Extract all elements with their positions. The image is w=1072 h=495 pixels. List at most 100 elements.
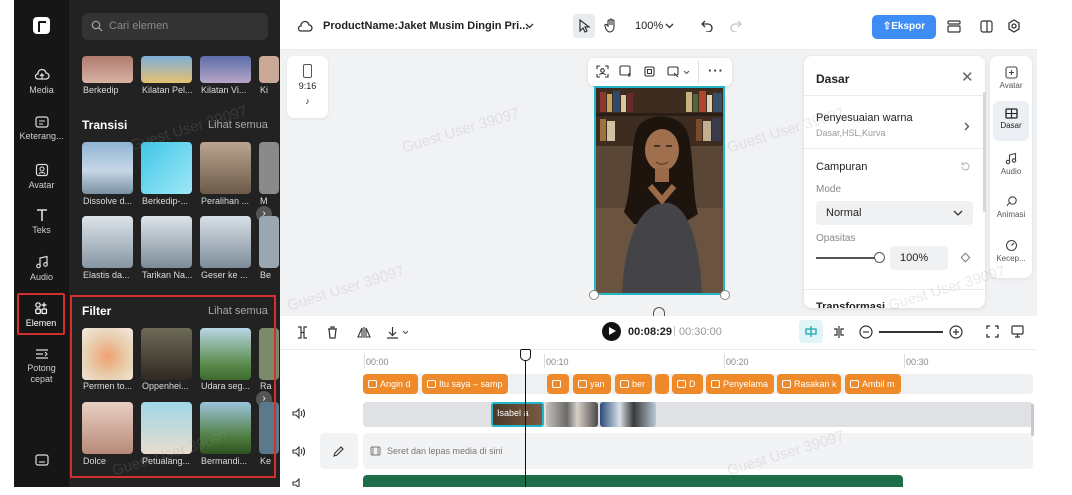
caption-clip[interactable]: Itu saya – samp xyxy=(422,374,508,394)
transition-thumb[interactable] xyxy=(141,216,192,268)
snap-toggle[interactable] xyxy=(799,320,823,343)
transition-thumb[interactable] xyxy=(200,216,251,268)
speaker-icon[interactable] xyxy=(292,408,305,419)
properties-scrollbar[interactable] xyxy=(983,92,986,212)
color-adjust-row[interactable]: Penyesuaian warna Dasar,HSL,Kurva xyxy=(804,96,985,147)
export-button[interactable]: ⇧Ekspor xyxy=(872,15,936,39)
playhead-handle[interactable] xyxy=(520,349,531,361)
timeline-ruler[interactable]: 00:00 00:10 00:20 00:30 xyxy=(280,349,1037,371)
caption-clip[interactable]: yan xyxy=(573,374,611,394)
play-button[interactable] xyxy=(602,322,621,341)
project-name[interactable]: ProductName:Jaket Musim Dingin Pri... xyxy=(323,20,528,32)
avatar-video-clip[interactable]: Isabel a xyxy=(491,402,544,427)
side-tab-basic[interactable]: Dasar xyxy=(993,101,1029,141)
sidebar-toggle-icon[interactable] xyxy=(980,20,993,33)
caption-clip[interactable]: ber xyxy=(615,374,652,394)
gear-icon[interactable] xyxy=(1007,19,1021,33)
zoom-level[interactable]: 100% xyxy=(635,20,663,32)
cloud-icon[interactable] xyxy=(297,19,313,33)
rail-item-keyboard[interactable] xyxy=(14,454,69,469)
media-drop-zone[interactable]: Seret dan lepas media di sini xyxy=(363,433,1033,469)
effect-thumb[interactable] xyxy=(259,56,279,83)
opacity-slider-thumb[interactable] xyxy=(874,252,885,263)
search-input[interactable]: Cari elemen xyxy=(82,13,268,40)
timeline-zoom-slider[interactable] xyxy=(879,331,943,333)
side-tab-audio[interactable]: Audio xyxy=(993,152,1029,188)
caption-clip[interactable]: Ambil m xyxy=(845,374,901,394)
video-preview[interactable] xyxy=(594,86,725,295)
video-clip[interactable] xyxy=(600,402,656,427)
audio-track-clip[interactable] xyxy=(363,475,903,487)
split-track-icon[interactable] xyxy=(832,325,846,339)
rail-item-captions[interactable]: Keterang... xyxy=(14,116,69,142)
transitions-see-all-link[interactable]: Lihat semua xyxy=(208,119,268,131)
caption-clip[interactable] xyxy=(547,374,569,394)
flip-icon[interactable] xyxy=(357,326,371,339)
display-settings-icon[interactable] xyxy=(1011,325,1024,338)
fit-screen-icon[interactable] xyxy=(986,325,999,338)
more-options-icon[interactable]: ··· xyxy=(708,63,724,78)
transition-thumb[interactable] xyxy=(259,142,279,194)
chevron-down-icon[interactable] xyxy=(683,70,690,75)
opacity-input[interactable]: 100% xyxy=(890,246,948,270)
side-tab-speed[interactable]: Kecep... xyxy=(993,239,1029,275)
zoom-out-icon[interactable] xyxy=(859,325,873,339)
opacity-slider-track[interactable] xyxy=(816,257,878,259)
delete-icon[interactable] xyxy=(327,326,338,339)
transition-thumb[interactable] xyxy=(200,142,251,194)
caption-clip[interactable] xyxy=(655,374,669,394)
rail-item-avatar[interactable]: Avatar xyxy=(14,163,69,191)
app-logo-icon[interactable] xyxy=(33,17,50,34)
chevron-down-icon[interactable] xyxy=(665,23,674,29)
transition-thumb[interactable] xyxy=(141,142,192,194)
rotate-handle-icon[interactable] xyxy=(653,307,665,316)
reset-icon[interactable] xyxy=(960,161,971,172)
rail-item-elements[interactable]: Elemen xyxy=(17,293,65,335)
speaker-icon[interactable] xyxy=(292,446,305,457)
playhead[interactable] xyxy=(525,349,527,487)
hand-icon[interactable] xyxy=(604,18,618,33)
edit-track-button[interactable] xyxy=(320,433,358,469)
replace-media-icon[interactable] xyxy=(667,65,680,78)
rail-item-media[interactable]: Media xyxy=(14,68,69,96)
avatar-track[interactable] xyxy=(363,402,1033,427)
zoom-in-icon[interactable] xyxy=(949,325,963,339)
close-icon[interactable]: ✕ xyxy=(961,68,974,86)
add-media-icon[interactable] xyxy=(619,65,632,78)
split-icon[interactable] xyxy=(297,326,308,339)
chevron-down-icon[interactable] xyxy=(402,330,409,335)
side-tab-avatar[interactable]: Avatar xyxy=(993,64,1029,100)
chevron-down-icon[interactable] xyxy=(525,23,534,29)
download-icon[interactable] xyxy=(386,326,399,339)
rail-item-text[interactable]: Teks xyxy=(14,208,69,236)
side-tab-label: Audio xyxy=(1000,167,1022,176)
video-clip[interactable] xyxy=(546,402,598,427)
effect-thumb[interactable] xyxy=(200,56,251,83)
speaker-icon[interactable] xyxy=(292,478,305,487)
side-tab-animation[interactable]: Animasi xyxy=(993,195,1029,231)
transition-thumb[interactable] xyxy=(82,142,133,194)
remove-background-icon[interactable] xyxy=(596,65,609,78)
crop-icon[interactable] xyxy=(643,65,656,78)
resize-handle[interactable] xyxy=(589,290,599,300)
caption-clip[interactable]: Angin d xyxy=(363,374,418,394)
redo-icon[interactable] xyxy=(730,20,742,32)
speed-icon xyxy=(1005,239,1017,252)
rail-item-audio[interactable]: Audio xyxy=(14,255,69,283)
rail-item-quick-cut[interactable]: Potong cepat xyxy=(14,348,69,385)
caption-clip[interactable]: Penyelama xyxy=(706,374,774,394)
effect-thumb[interactable] xyxy=(141,56,192,83)
tracks-scrollbar[interactable] xyxy=(1031,404,1034,436)
resize-handle[interactable] xyxy=(720,290,730,300)
caption-clip[interactable]: Rasakan k xyxy=(777,374,841,394)
aspect-ratio-picker[interactable]: 9:16 ♪ xyxy=(287,56,328,118)
layers-icon[interactable] xyxy=(947,20,961,33)
caption-clip[interactable]: D xyxy=(672,374,703,394)
transition-thumb[interactable] xyxy=(259,216,279,268)
keyframe-icon[interactable] xyxy=(960,252,971,263)
mode-select[interactable]: Normal xyxy=(816,201,973,225)
transition-thumb[interactable] xyxy=(82,216,133,268)
undo-icon[interactable] xyxy=(701,20,713,32)
select-tool-button[interactable] xyxy=(573,14,595,38)
effect-thumb[interactable] xyxy=(82,56,133,83)
